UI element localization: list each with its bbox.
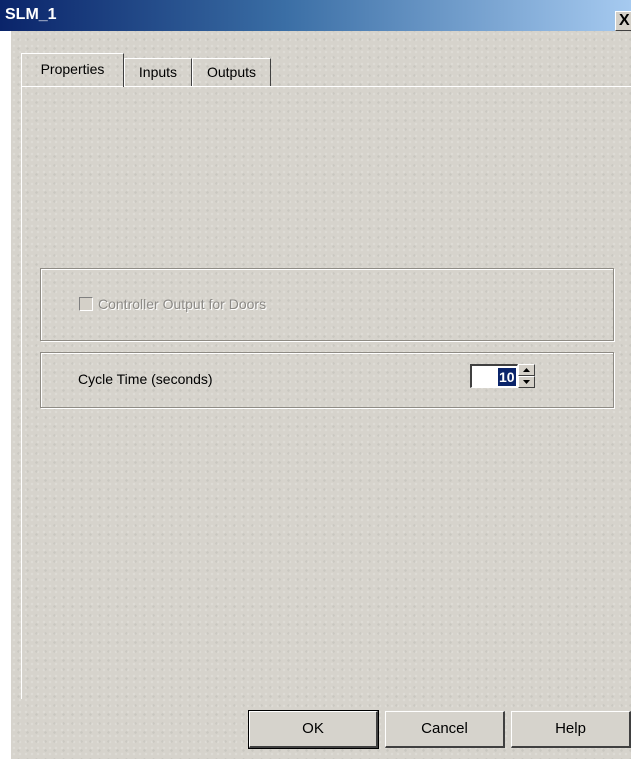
ok-button[interactable]: OK [248,710,379,749]
controller-output-checkbox[interactable] [79,297,93,311]
controller-output-label: Controller Output for Doors [98,296,267,312]
tab-inputs[interactable]: Inputs [124,58,192,86]
tab-outputs[interactable]: Outputs [192,58,271,86]
spin-down-button[interactable] [518,376,535,388]
cycle-time-spinner[interactable] [518,364,535,388]
spin-up-button[interactable] [518,364,535,376]
window-title: SLM_1 [5,6,57,23]
cancel-button[interactable]: Cancel [385,711,505,748]
close-button[interactable]: X [615,11,631,31]
triangle-down-icon [523,380,530,384]
cycle-time-label: Cycle Time (seconds) [78,371,213,387]
title-bar[interactable]: SLM_1 [0,0,631,31]
help-button[interactable]: Help [511,711,631,748]
triangle-up-icon [523,368,530,372]
cycle-time-value: 10 [498,368,516,386]
cycle-time-input[interactable]: 10 [470,364,518,388]
tab-properties[interactable]: Properties [21,53,124,87]
